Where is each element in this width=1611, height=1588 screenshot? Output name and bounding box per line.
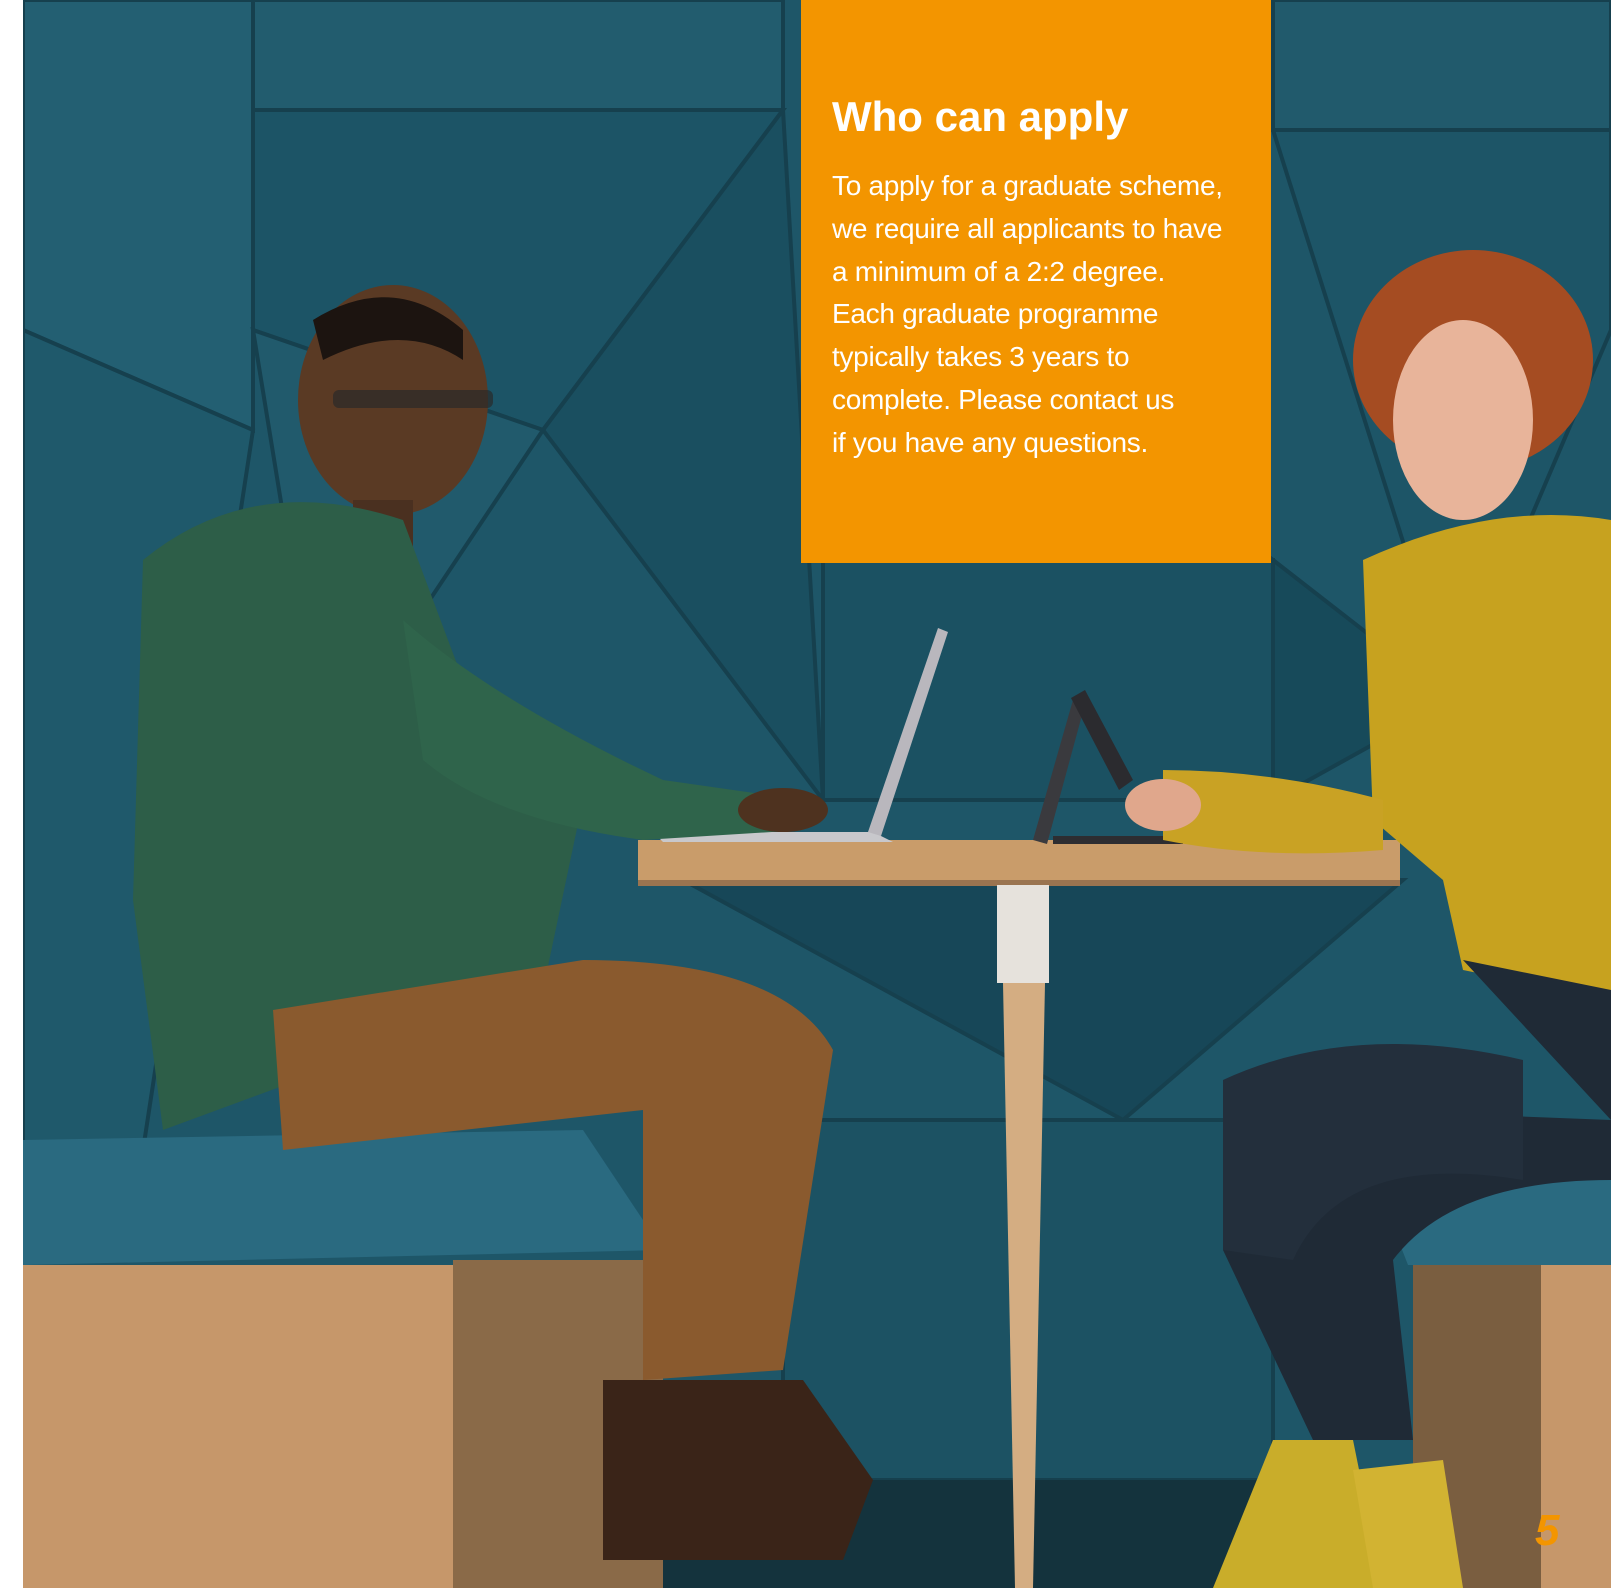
panel-body-line: To apply for a graduate scheme, <box>832 170 1223 201</box>
panel-body-line: Each graduate programme <box>832 298 1159 330</box>
who-can-apply-panel: Who can apply To apply for a graduate sc… <box>801 0 1271 563</box>
panel-body-line: if you have any questions. <box>832 426 1148 458</box>
panel-body-line: typically takes 3 years to <box>832 341 1130 373</box>
panel-body-line: complete. Please contact us <box>832 383 1175 415</box>
panel-body: To apply for a graduate scheme, we requi… <box>832 165 1243 465</box>
panel-body-line: we require all applicants to have <box>832 212 1223 244</box>
panel-body-line: a minimum of a 2:2 degree. <box>832 255 1166 287</box>
page-number: 5 <box>1535 1506 1560 1555</box>
bench-left <box>23 1130 663 1588</box>
panel-title: Who can apply <box>832 93 1129 140</box>
